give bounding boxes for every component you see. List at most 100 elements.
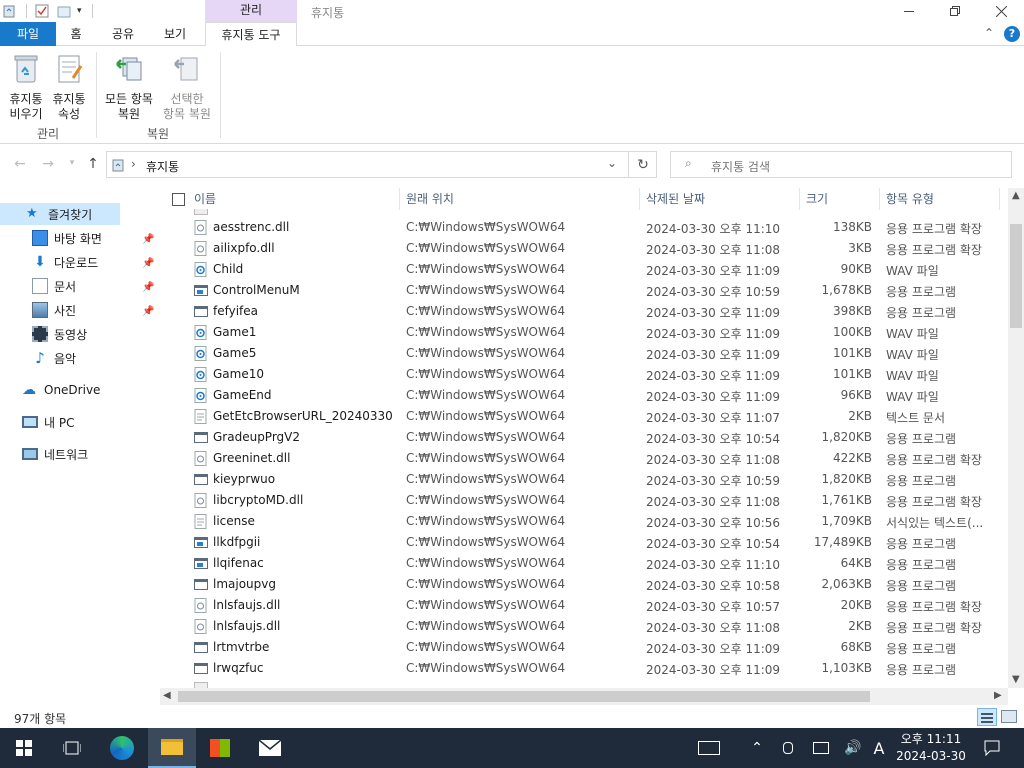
- nav-videos[interactable]: 동영상: [32, 323, 87, 345]
- notification-center-button[interactable]: [978, 728, 1006, 768]
- recycle-bin-properties-button[interactable]: 휴지통 속성: [48, 52, 90, 122]
- nav-onedrive[interactable]: ☁ OneDrive: [22, 379, 100, 401]
- table-row[interactable]: libcryptoMD.dll C:₩Windows₩SysWOW64 2024-0…: [160, 490, 1008, 511]
- table-row[interactable]: GradeupPrgV2 C:₩Windows₩SysWOW64 2024-03-3…: [160, 427, 1008, 448]
- up-arrow-icon[interactable]: ↑: [83, 156, 103, 174]
- help-icon[interactable]: ?: [1004, 26, 1020, 42]
- file-size: 64KB: [840, 556, 872, 570]
- scroll-down-icon[interactable]: ▼: [1012, 674, 1020, 685]
- table-row[interactable]: Game5 C:₩Windows₩SysWOW64 2024-03-30 오후 11…: [160, 343, 1008, 364]
- file-name: lmajoupvg: [213, 577, 276, 591]
- scroll-right-icon[interactable]: ▶: [994, 690, 1002, 701]
- back-arrow-icon[interactable]: ←: [10, 156, 30, 174]
- nav-pictures[interactable]: 사진: [32, 299, 76, 321]
- close-button[interactable]: [978, 0, 1024, 22]
- original-location: C:₩Windows₩SysWOW64: [406, 367, 566, 381]
- breadcrumb-recycle-bin[interactable]: 휴지통: [146, 158, 179, 175]
- table-row[interactable]: fefyifea C:₩Windows₩SysWOW64 2024-03-30 오후…: [160, 301, 1008, 322]
- collapse-ribbon-icon[interactable]: ⌃: [984, 26, 994, 40]
- empty-recycle-bin-button[interactable]: 휴지통 비우기: [4, 52, 48, 122]
- nav-downloads[interactable]: ⬇ 다운로드: [32, 251, 98, 273]
- address-dropdown-icon[interactable]: ⌄: [607, 156, 617, 170]
- table-row[interactable]: aesstrenc.dll C:₩Windows₩SysWOW64 2024-03-…: [160, 217, 1008, 238]
- large-icons-view-icon[interactable]: [1001, 710, 1017, 723]
- qat-dropdown-icon[interactable]: ▾: [77, 6, 82, 16]
- store-button[interactable]: [196, 728, 244, 768]
- forward-arrow-icon[interactable]: →: [38, 156, 58, 174]
- restore-all-items-button[interactable]: 모든 항목 복원: [100, 52, 158, 122]
- network-icon: [22, 448, 38, 460]
- table-row[interactable]: GetEtcBrowserURL_20240330 C:₩Windows₩SysW…: [160, 406, 1008, 427]
- table-row[interactable]: lrwqzfuc C:₩Windows₩SysWOW64 2024-03-30 오후…: [160, 658, 1008, 679]
- volume-button[interactable]: 🔊: [840, 728, 866, 768]
- original-location: C:₩Windows₩SysWOW64: [406, 325, 566, 339]
- column-header-date-deleted[interactable]: 삭제된 날짜: [640, 188, 800, 210]
- item-type: 응용 프로그램: [886, 432, 957, 446]
- nav-this-pc[interactable]: 내 PC: [22, 411, 74, 433]
- tab-view[interactable]: 보기: [152, 22, 198, 46]
- tab-share[interactable]: 공유: [100, 22, 146, 46]
- nav-documents[interactable]: 문서: [32, 275, 76, 297]
- file-name: Game10: [213, 367, 264, 381]
- vertical-scrollbar[interactable]: ▲ ▼: [1008, 188, 1024, 688]
- horizontal-scrollbar[interactable]: ◀ ▶: [160, 688, 1008, 705]
- nav-desktop[interactable]: 바탕 화면: [32, 227, 102, 249]
- horizontal-scroll-thumb[interactable]: [178, 691, 870, 702]
- tab-file[interactable]: 파일: [0, 22, 56, 46]
- table-row[interactable]: llqifenac C:₩Windows₩SysWOW64 2024-03-30 오…: [160, 553, 1008, 574]
- date-deleted: 2024-03-30 오후 11:09: [646, 369, 781, 383]
- table-row[interactable]: Child C:₩Windows₩SysWOW64 2024-03-30 오후 11…: [160, 259, 1008, 280]
- recent-locations-icon[interactable]: ▾: [62, 158, 82, 176]
- nav-network[interactable]: 네트워크: [22, 443, 88, 465]
- table-row[interactable]: lrtmvtrbe C:₩Windows₩SysWOW64 2024-03-30 오…: [160, 637, 1008, 658]
- table-row[interactable]: lnlsfaujs.dll C:₩Windows₩SysWOW64 2024-03-…: [160, 595, 1008, 616]
- meet-now-button[interactable]: [776, 728, 800, 768]
- mail-button[interactable]: [246, 728, 294, 768]
- restore-selected-items-button[interactable]: 선택한 항목 복원: [158, 52, 216, 122]
- search-box[interactable]: ⌕ 휴지통 검색: [670, 151, 1012, 178]
- table-row[interactable]: Game10 C:₩Windows₩SysWOW64 2024-03-30 오후 1…: [160, 364, 1008, 385]
- minimize-button[interactable]: [886, 0, 932, 22]
- file-name: libcryptoMD.dll: [213, 493, 304, 507]
- item-type: 응용 프로그램: [886, 537, 957, 551]
- start-button[interactable]: [0, 728, 48, 768]
- tab-home[interactable]: 홈: [58, 22, 94, 46]
- details-view-icon[interactable]: [977, 708, 997, 726]
- table-row[interactable]: Game1 C:₩Windows₩SysWOW64 2024-03-30 오후 11…: [160, 322, 1008, 343]
- show-hidden-icons-button[interactable]: ⌃: [744, 728, 770, 768]
- scroll-left-icon[interactable]: ◀: [163, 690, 171, 701]
- file-size: 1,761KB: [821, 493, 872, 507]
- column-header-size[interactable]: 크기: [800, 188, 880, 210]
- scroll-up-icon[interactable]: ▲: [1012, 190, 1020, 201]
- edge-browser-button[interactable]: [98, 728, 146, 768]
- select-all-checkbox[interactable]: [172, 193, 185, 206]
- vertical-scroll-thumb[interactable]: [1010, 224, 1022, 328]
- table-row[interactable]: lmajoupvg C:₩Windows₩SysWOW64 2024-03-30 오…: [160, 574, 1008, 595]
- table-row[interactable]: kieyprwuo C:₩Windows₩SysWOW64 2024-03-30 오…: [160, 469, 1008, 490]
- breadcrumb-chevron-icon[interactable]: ›: [131, 157, 136, 171]
- tab-recycle-bin-tools[interactable]: 휴지통 도구: [205, 22, 297, 47]
- column-header-name[interactable]: 이름: [188, 188, 400, 210]
- table-row[interactable]: llkdfpgii C:₩Windows₩SysWOW64 2024-03-30 오…: [160, 532, 1008, 553]
- table-row[interactable]: Greeninet.dll C:₩Windows₩SysWOW64 2024-03-…: [160, 448, 1008, 469]
- task-view-button[interactable]: [48, 728, 96, 768]
- nav-music[interactable]: ♪ 음악: [32, 347, 76, 369]
- network-tray-button[interactable]: [808, 728, 834, 768]
- column-header-original-location[interactable]: 원래 위치: [400, 188, 640, 210]
- table-row[interactable]: license C:₩Windows₩SysWOW64 2024-03-30 오후 …: [160, 511, 1008, 532]
- table-row[interactable]: ControlMenuM C:₩Windows₩SysWOW64 2024-03-3…: [160, 280, 1008, 301]
- refresh-button[interactable]: ↻: [628, 151, 657, 178]
- address-bar[interactable]: › 휴지통 ⌄: [106, 151, 657, 178]
- nav-quick-access[interactable]: ★ 즐겨찾기: [0, 203, 120, 225]
- new-folder-icon[interactable]: [57, 4, 71, 18]
- table-row[interactable]: GameEnd C:₩Windows₩SysWOW64 2024-03-30 오후 …: [160, 385, 1008, 406]
- properties-icon[interactable]: [35, 4, 49, 18]
- keyboard-tray-button[interactable]: [692, 728, 726, 768]
- input-method-indicator[interactable]: A: [868, 728, 890, 768]
- column-header-item-type[interactable]: 항목 유형: [880, 188, 1000, 210]
- clock[interactable]: 오후 11:11 2024-03-30: [894, 728, 968, 768]
- table-row[interactable]: lnlsfaujs.dll C:₩Windows₩SysWOW64 2024-03-…: [160, 616, 1008, 637]
- table-row[interactable]: ailixpfo.dll C:₩Windows₩SysWOW64 2024-03-3…: [160, 238, 1008, 259]
- restore-button[interactable]: [932, 0, 978, 22]
- file-explorer-taskbar-button[interactable]: [148, 728, 196, 768]
